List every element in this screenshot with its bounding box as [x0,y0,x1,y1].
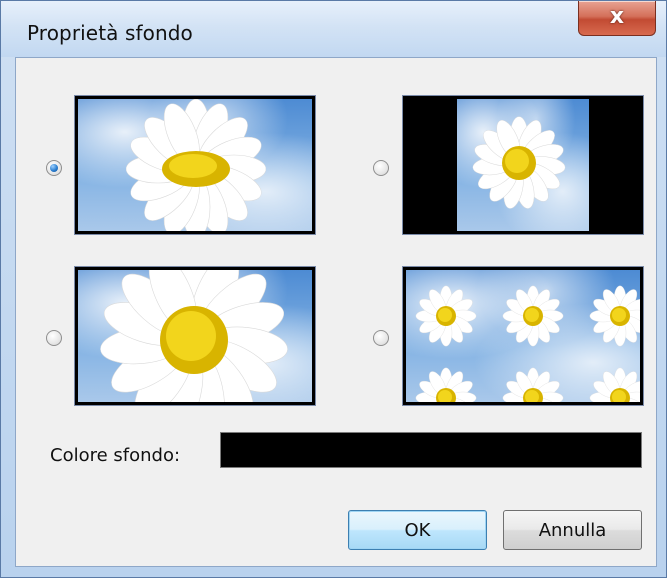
daisy-image [100,270,288,402]
radio-tile[interactable] [373,330,389,346]
close-icon: x [609,4,625,29]
dialog-window: Proprietà sfondo x Colore sfondo: OK Ann… [0,0,667,578]
preview-fill[interactable] [74,266,316,406]
background-color-label: Colore sfondo: [50,445,181,466]
dialog-title: Proprietà sfondo [27,21,193,45]
daisy-image [125,99,267,231]
preview-stretch[interactable] [74,95,316,235]
radio-stretch[interactable] [46,160,62,176]
radio-center[interactable] [373,160,389,176]
preview-tile[interactable] [402,266,644,406]
daisy-tiles-image [415,285,640,402]
title-bar: Proprietà sfondo x [1,1,666,57]
background-color-swatch[interactable] [220,432,642,468]
cancel-button[interactable]: Annulla [503,510,642,550]
close-button[interactable]: x [578,1,656,36]
preview-center[interactable] [402,95,644,235]
daisy-image [472,116,566,209]
ok-button[interactable]: OK [348,510,487,550]
radio-fill[interactable] [46,330,62,346]
dialog-client-area: Colore sfondo: OK Annulla [15,57,657,567]
